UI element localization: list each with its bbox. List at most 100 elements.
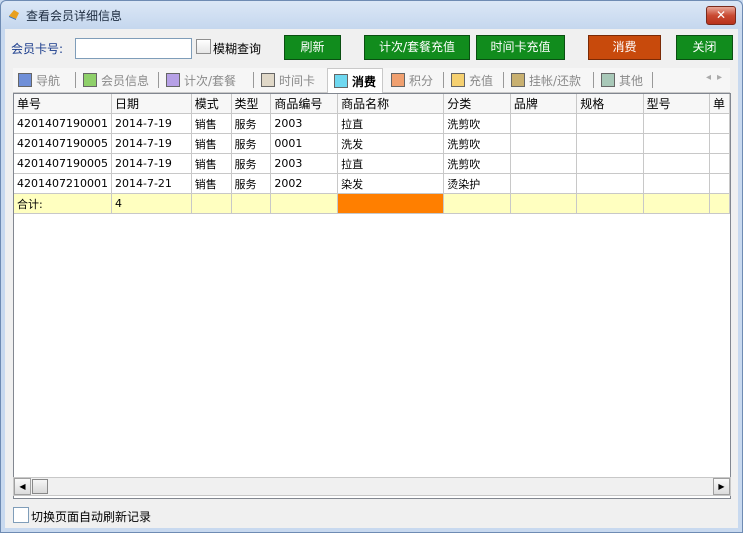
table-cell: 4201407210001 — [14, 173, 112, 194]
table-cell: 洗剪吹 — [443, 113, 511, 134]
tab-nav[interactable]: 导航 — [18, 68, 60, 92]
scroll-right-icon[interactable]: ▶ — [713, 478, 730, 495]
column-header[interactable]: 品牌 — [510, 94, 578, 114]
table-cell: 服务 — [231, 113, 272, 134]
tab-separator — [652, 72, 653, 88]
column-header[interactable]: 商品编号 — [270, 94, 339, 114]
app-icon — [9, 10, 19, 20]
table-cell — [643, 133, 710, 154]
table-cell — [191, 193, 232, 214]
tab-bar: 导航 会员信息 计次/套餐 时间卡 消费 积分 充值 挂帐/还款 其他 ◂▸ — [13, 68, 730, 93]
table-cell: 2002 — [270, 173, 339, 194]
table-cell — [709, 173, 731, 194]
table-cell — [576, 193, 644, 214]
table-cell: 销售 — [191, 153, 232, 174]
total-label: 合计: — [14, 193, 112, 214]
tab-separator — [158, 72, 159, 88]
column-header[interactable]: 分类 — [443, 94, 511, 114]
table-cell — [709, 133, 731, 154]
nav-tab-icon — [18, 73, 32, 87]
table-cell: 销售 — [191, 173, 232, 194]
tab-separator — [253, 72, 254, 88]
table-cell — [576, 133, 644, 154]
table-cell: 烫染护 — [443, 173, 511, 194]
close-button[interactable]: 关闭 — [676, 35, 733, 60]
column-header[interactable]: 商品名称 — [337, 94, 445, 114]
consume-button[interactable]: 消费 — [588, 35, 661, 60]
tab-scroll-arrows-icon[interactable]: ◂▸ — [706, 72, 728, 83]
column-header[interactable]: 类型 — [231, 94, 272, 114]
auto-refresh-label: 切换页面自动刷新记录 — [31, 510, 152, 524]
total-count: 4 — [111, 193, 192, 214]
table-cell: 2003 — [270, 153, 339, 174]
card-number-label: 会员卡号: — [11, 42, 64, 56]
total-row: 合计: 4 — [14, 193, 731, 214]
tab-member-info[interactable]: 会员信息 — [83, 68, 149, 92]
card-number-input[interactable] — [75, 38, 192, 59]
title-bar: 查看会员详细信息 ✕ — [1, 1, 742, 29]
fuzzy-search-checkbox[interactable] — [196, 39, 211, 54]
tab-label: 充值 — [469, 73, 494, 88]
window-close-button[interactable]: ✕ — [706, 6, 736, 25]
tab-other[interactable]: 其他 — [601, 68, 643, 92]
tab-label: 导航 — [36, 73, 61, 88]
tab-label: 其他 — [619, 73, 644, 88]
tab-credit-repay[interactable]: 挂帐/还款 — [511, 68, 581, 92]
consume-tab-icon — [334, 74, 348, 88]
column-header[interactable]: 日期 — [111, 94, 192, 114]
table-cell: 洗剪吹 — [443, 153, 511, 174]
table-cell — [576, 113, 644, 134]
table-cell — [231, 193, 272, 214]
table-cell — [576, 153, 644, 174]
tab-label: 积分 — [409, 73, 434, 88]
credit-repay-tab-icon — [511, 73, 525, 87]
fuzzy-search-label: 模糊查询 — [213, 42, 262, 56]
table-cell — [576, 173, 644, 194]
other-tab-icon — [601, 73, 615, 87]
consume-records-grid[interactable]: 单号 日期 模式 类型 商品编号 商品名称 分类 品牌 规格 型号 单 4201… — [13, 93, 731, 499]
column-header[interactable]: 规格 — [576, 94, 644, 114]
tab-recharge[interactable]: 充值 — [451, 68, 493, 92]
scroll-left-icon[interactable]: ◀ — [14, 478, 31, 495]
table-cell — [643, 193, 710, 214]
tab-separator — [443, 72, 444, 88]
count-package-tab-icon — [166, 73, 180, 87]
tab-time-card[interactable]: 时间卡 — [261, 68, 315, 92]
table-cell: 4201407190005 — [14, 153, 112, 174]
table-cell — [270, 193, 339, 214]
column-header[interactable]: 单 — [709, 94, 731, 114]
table-cell: 洗剪吹 — [443, 133, 511, 154]
table-row[interactable]: 4201407190005 2014-7-19 销售 服务 2003 拉直 洗剪… — [14, 153, 731, 174]
member-detail-window: 查看会员详细信息 ✕ 会员卡号: 模糊查询 刷新 计次/套餐充值 时间卡充值 消… — [0, 0, 743, 533]
table-cell: 2014-7-19 — [111, 153, 192, 174]
table-cell: 服务 — [231, 133, 272, 154]
tab-points[interactable]: 积分 — [391, 68, 433, 92]
time-card-tab-icon — [261, 73, 275, 87]
table-row[interactable]: 4201407190005 2014-7-19 销售 服务 0001 洗发 洗剪… — [14, 133, 731, 154]
table-cell — [510, 193, 578, 214]
time-card-recharge-button[interactable]: 时间卡充值 — [476, 35, 565, 60]
column-header[interactable]: 模式 — [191, 94, 232, 114]
refresh-button[interactable]: 刷新 — [284, 35, 341, 60]
tab-label: 消费 — [352, 74, 377, 89]
scrollbar-thumb[interactable] — [32, 479, 48, 494]
tab-consume[interactable]: 消费 — [327, 68, 384, 93]
horizontal-scrollbar[interactable]: ◀ ▶ — [13, 477, 731, 496]
header-row: 单号 日期 模式 类型 商品编号 商品名称 分类 品牌 规格 型号 单 — [14, 94, 731, 114]
count-recharge-button[interactable]: 计次/套餐充值 — [364, 35, 470, 60]
table-row[interactable]: 4201407190001 2014-7-19 销售 服务 2003 拉直 洗剪… — [14, 113, 731, 134]
column-header[interactable]: 单号 — [14, 94, 112, 114]
table-cell: 4201407190005 — [14, 133, 112, 154]
recharge-tab-icon — [451, 73, 465, 87]
client-area: 会员卡号: 模糊查询 刷新 计次/套餐充值 时间卡充值 消费 关闭 导航 会员信… — [5, 29, 738, 528]
table-cell — [643, 113, 710, 134]
tab-label: 会员信息 — [101, 73, 150, 88]
table-cell — [510, 153, 578, 174]
table-row[interactable]: 4201407210001 2014-7-21 销售 服务 2002 染发 烫染… — [14, 173, 731, 194]
table-cell — [643, 173, 710, 194]
table-cell — [510, 113, 578, 134]
tab-count-package[interactable]: 计次/套餐 — [166, 68, 236, 92]
column-header[interactable]: 型号 — [643, 94, 710, 114]
points-tab-icon — [391, 73, 405, 87]
auto-refresh-checkbox[interactable] — [13, 507, 29, 523]
